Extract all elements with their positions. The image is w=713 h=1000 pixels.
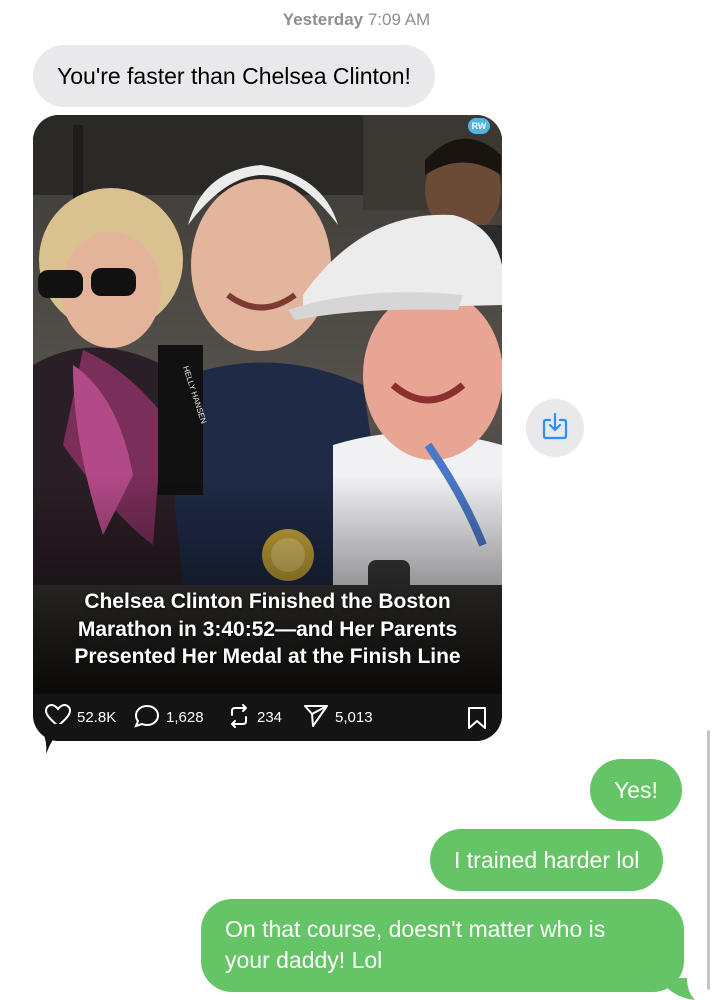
message-timestamp: Yesterday 7:09 AM <box>0 10 713 30</box>
headline-line-2: Marathon in 3:40:52—and Her Parents <box>77 617 458 641</box>
outgoing-message-bubble-2[interactable]: I trained harder lol <box>430 829 664 891</box>
save-to-device-button[interactable] <box>526 399 584 457</box>
save-to-device-icon <box>542 412 568 445</box>
incoming-message-bubble[interactable]: You're faster than Chelsea Clinton! <box>33 45 435 107</box>
repost-arrows-icon <box>227 703 257 733</box>
outgoing-message-bubble-1[interactable]: Yes! <box>590 759 682 821</box>
repost-stat[interactable]: 234 <box>227 694 282 741</box>
headline-line-1: Chelsea Clinton Finished the Boston <box>84 590 451 613</box>
comment-stat[interactable]: 1,628 <box>134 694 204 741</box>
comment-count: 1,628 <box>166 709 204 726</box>
timestamp-day: Yesterday <box>282 10 364 29</box>
messages-screen: Yesterday 7:09 AM You're faster than Che… <box>0 0 713 1000</box>
post-stats-bar: 52.8K 1,628 234 5,013 <box>33 694 502 741</box>
repost-count: 234 <box>257 709 283 726</box>
publisher-badge: RW <box>468 118 490 134</box>
comment-bubble-icon <box>134 704 166 732</box>
timestamp-time: 7:09 AM <box>367 10 431 29</box>
share-count: 5,013 <box>335 709 373 726</box>
send-icon <box>303 704 335 732</box>
incoming-bubble-tail <box>38 724 64 754</box>
outgoing-message-3-line-2: your daddy! Lol <box>225 947 383 973</box>
outgoing-message-3-line-1: On that course, doesn't matter who is <box>225 916 606 942</box>
share-stat[interactable]: 5,013 <box>303 694 373 741</box>
like-count: 52.8K <box>77 709 117 726</box>
shared-post-card[interactable]: HELLY HANSEN RW Chelsea Clinton Finished… <box>33 115 502 741</box>
headline-line-3: Presented Her Medal at the Finish Line <box>74 645 461 668</box>
scrollbar[interactable] <box>707 730 710 990</box>
bookmark-icon[interactable] <box>466 706 488 735</box>
outgoing-message-bubble-3[interactable]: On that course, doesn't matter who is yo… <box>201 899 684 992</box>
outgoing-bubble-tail <box>665 978 695 1000</box>
post-headline: Chelsea Clinton Finished the Boston Mara… <box>33 588 502 671</box>
